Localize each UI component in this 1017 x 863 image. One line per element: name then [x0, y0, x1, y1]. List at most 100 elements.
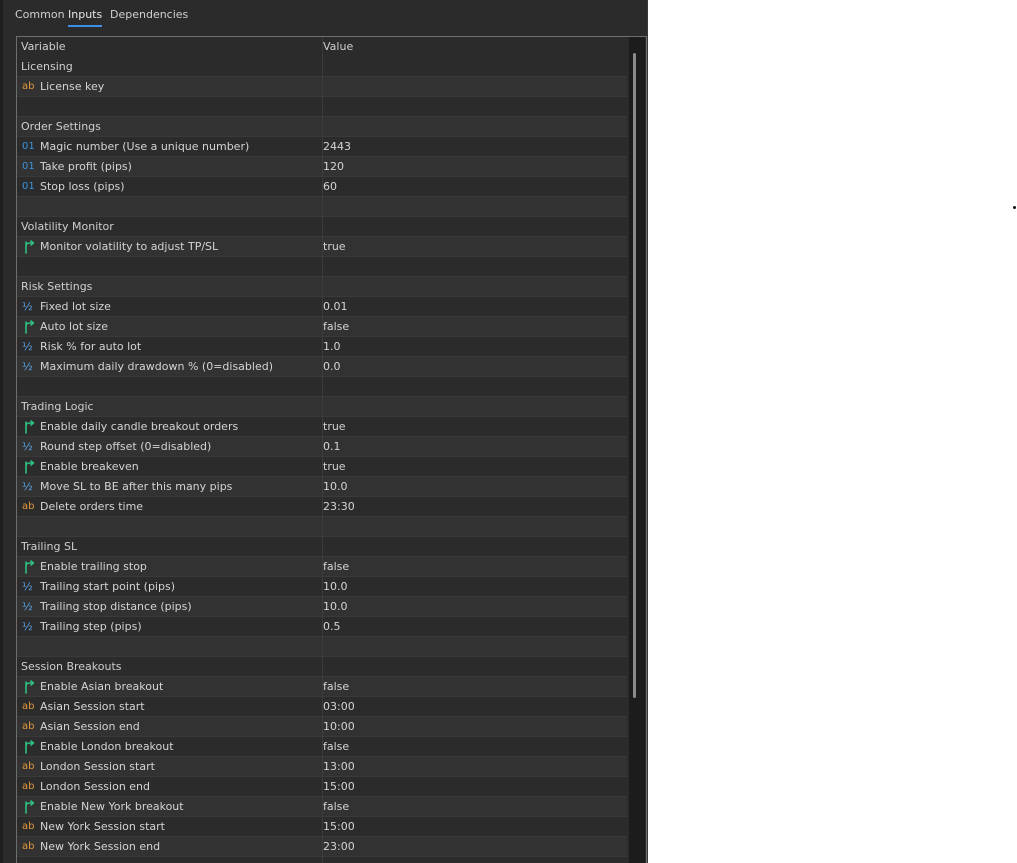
variable-label: Monitor volatility to adjust TP/SL	[40, 240, 219, 253]
variable-label: Maximum daily drawdown % (0=disabled)	[40, 360, 274, 373]
value-cell[interactable]: false	[323, 737, 623, 757]
value-cell[interactable]: 15:00	[323, 817, 623, 837]
scrollbar-thumb[interactable]	[633, 53, 636, 698]
variable-cell[interactable]: ½ Round step offset (0=disabled)	[21, 437, 321, 457]
group-value-cell	[323, 117, 623, 137]
value-cell[interactable]: false	[323, 797, 623, 817]
group-value-cell	[323, 217, 623, 237]
variable-cell[interactable]: Enable New York breakout	[21, 797, 321, 817]
value-cell[interactable]: 120	[323, 157, 623, 177]
variable-label: Magic number (Use a unique number)	[40, 140, 250, 153]
group-value-cell	[323, 537, 623, 557]
value-cell[interactable]: true	[323, 237, 623, 257]
variable-label: Asian Session end	[40, 720, 140, 733]
variable-label: Enable trailing stop	[40, 560, 147, 573]
inputs-grid: Variable Value Licensing ab License key Ord…	[16, 36, 647, 863]
value-cell[interactable]: 23:30	[323, 497, 623, 517]
value-cell[interactable]: 10.0	[323, 577, 623, 597]
variable-label: Fixed lot size	[40, 300, 111, 313]
variable-cell[interactable]: ½ Fixed lot size	[21, 297, 321, 317]
bool-type-icon	[22, 417, 38, 437]
variable-cell[interactable]: Enable London breakout	[21, 737, 321, 757]
value-cell[interactable]: 03:00	[323, 697, 623, 717]
variable-cell[interactable]: ½ Maximum daily drawdown % (0=disabled)	[21, 357, 321, 377]
value-cell[interactable]: 60	[323, 177, 623, 197]
variable-cell[interactable]: 01 Magic number (Use a unique number)	[21, 137, 321, 157]
spacer-cell	[21, 197, 321, 217]
string-type-icon: ab	[22, 501, 35, 512]
bool-type-icon	[22, 317, 38, 337]
value-cell[interactable]: 23:00	[323, 837, 623, 857]
value-cell[interactable]: false	[323, 557, 623, 577]
variable-cell[interactable]: Enable breakeven	[21, 457, 321, 477]
string-type-icon: ab	[22, 761, 35, 772]
value-cell[interactable]: 0.01	[323, 297, 623, 317]
variable-cell[interactable]: Enable daily candle breakout orders	[21, 417, 321, 437]
variable-cell[interactable]: Auto lot size	[21, 317, 321, 337]
variable-cell[interactable]: ½ Trailing step (pips)	[21, 617, 321, 637]
variable-label: Enable Asian breakout	[40, 680, 164, 693]
variable-cell[interactable]: Monitor volatility to adjust TP/SL	[21, 237, 321, 257]
variable-cell[interactable]: 01 Take profit (pips)	[21, 157, 321, 177]
column-separator[interactable]	[322, 37, 323, 863]
value-cell[interactable]: 10:00	[323, 717, 623, 737]
tab-common[interactable]: Common	[15, 8, 65, 21]
tab-dependencies[interactable]: Dependencies	[110, 8, 188, 21]
bool-type-icon	[22, 237, 38, 257]
variable-cell[interactable]: 01 Stop loss (pips)	[21, 177, 321, 197]
variable-cell[interactable]: ½ Trailing start point (pips)	[21, 577, 321, 597]
group-value-cell	[323, 277, 623, 297]
value-cell[interactable]: 10.0	[323, 477, 623, 497]
variable-cell[interactable]: ab New York Session end	[21, 837, 321, 857]
variable-cell[interactable]: ab London Session start	[21, 757, 321, 777]
vertical-scrollbar[interactable]	[629, 37, 645, 863]
value-cell[interactable]: 1.0	[323, 337, 623, 357]
column-header-variable[interactable]: Variable	[21, 37, 321, 57]
variable-cell[interactable]: ab London Session end	[21, 777, 321, 797]
variable-cell[interactable]: Enable trailing stop	[21, 557, 321, 577]
tab-inputs[interactable]: Inputs	[68, 8, 103, 27]
spacer-cell	[21, 377, 321, 397]
value-cell[interactable]: 2443	[323, 137, 623, 157]
variable-cell[interactable]: ab Asian Session end	[21, 717, 321, 737]
variable-label: Enable London breakout	[40, 740, 174, 753]
string-type-icon: ab	[22, 781, 35, 792]
value-cell[interactable]: false	[323, 677, 623, 697]
value-cell[interactable]: 10.0	[323, 597, 623, 617]
value-cell[interactable]: 13:00	[323, 757, 623, 777]
value-cell[interactable]: 0.0	[323, 357, 623, 377]
variable-cell[interactable]: ½ Move SL to BE after this many pips	[21, 477, 321, 497]
value-cell[interactable]: false	[323, 317, 623, 337]
spacer-cell	[21, 257, 321, 277]
variable-cell[interactable]: ½ Trailing stop distance (pips)	[21, 597, 321, 617]
group-label: Risk Settings	[21, 280, 93, 293]
variable-label: Stop loss (pips)	[40, 180, 125, 193]
variable-cell[interactable]: ½ Risk % for auto lot	[21, 337, 321, 357]
value-cell[interactable]: 0.5	[323, 617, 623, 637]
group-value-cell	[323, 397, 623, 417]
value-cell[interactable]	[323, 77, 623, 97]
inputs-dialog: Common Inputs Dependencies Variable Valu…	[0, 0, 648, 863]
value-cell[interactable]: true	[323, 457, 623, 477]
group-label: Session Breakouts	[21, 660, 122, 673]
variable-label: License key	[40, 80, 105, 93]
variable-cell[interactable]: ab Delete orders time	[21, 497, 321, 517]
variable-cell[interactable]: Enable Asian breakout	[21, 677, 321, 697]
variable-label: Trailing start point (pips)	[40, 580, 175, 593]
group-value-cell	[323, 57, 623, 77]
column-header-value[interactable]: Value	[323, 37, 623, 57]
variable-cell[interactable]: ab Asian Session start	[21, 697, 321, 717]
variable-label: Take profit (pips)	[40, 160, 132, 173]
value-cell[interactable]: 0.1	[323, 437, 623, 457]
group-label: Trailing SL	[21, 540, 78, 553]
double-type-icon: ½	[22, 300, 33, 313]
spacer-cell	[21, 97, 321, 117]
variable-label: Delete orders time	[40, 500, 144, 513]
value-cell[interactable]: 15:00	[323, 777, 623, 797]
string-type-icon: ab	[22, 841, 35, 852]
variable-label: Trailing step (pips)	[40, 620, 142, 633]
value-cell[interactable]: true	[323, 417, 623, 437]
variable-label: New York Session start	[40, 820, 165, 833]
variable-cell[interactable]: ab License key	[21, 77, 321, 97]
variable-cell[interactable]: ab New York Session start	[21, 817, 321, 837]
